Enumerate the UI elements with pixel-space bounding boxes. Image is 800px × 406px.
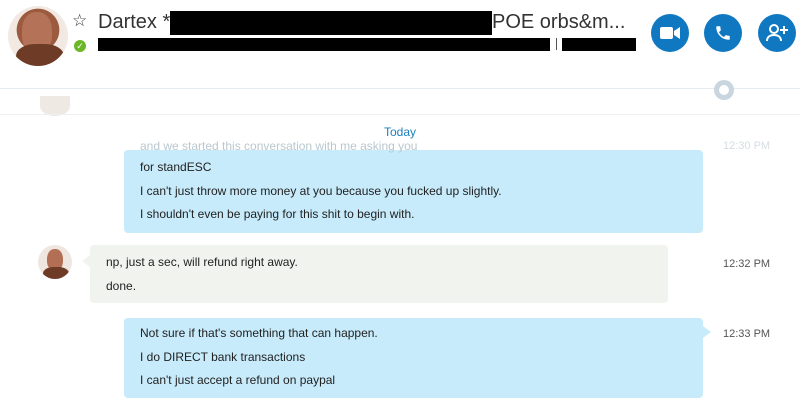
message-bubble-outgoing[interactable]: for standESC I can't just throw more mon… — [124, 150, 703, 233]
message-line-faded: and we started this conversation with me… — [140, 139, 418, 153]
sender-avatar[interactable] — [38, 245, 72, 279]
message-timestamp: 12:30 PM — [723, 140, 771, 152]
conversation-header: ✓ ☆ Dartex * POE orbs&m... — [0, 0, 800, 80]
presence-online-icon: ✓ — [74, 40, 86, 52]
message-line: for standESC — [140, 160, 212, 174]
video-camera-icon — [660, 27, 680, 39]
message-timestamp: 12:33 PM — [723, 328, 771, 340]
contact-avatar[interactable] — [8, 6, 68, 66]
previous-avatar — [40, 96, 70, 116]
add-people-button[interactable] — [758, 14, 796, 52]
message-line: I can't just accept a refund on paypal — [140, 373, 336, 387]
message-line: I can't just throw more money at you bec… — [140, 183, 502, 198]
message-bubble-outgoing[interactable]: Not sure if that's something that can ha… — [124, 318, 703, 398]
message-line: np, just a sec, will refund right away. — [106, 255, 298, 269]
mood-separator — [556, 38, 557, 50]
message-bubble-incoming[interactable]: np, just a sec, will refund right away. … — [90, 245, 668, 303]
history-divider — [0, 114, 800, 115]
message-timestamp: 12:32 PM — [723, 258, 771, 270]
message-line: done. — [106, 278, 137, 293]
header-divider — [0, 88, 800, 89]
redacted-title — [170, 11, 492, 35]
redacted-location — [562, 38, 636, 51]
message-line: Not sure if that's something that can ha… — [140, 326, 378, 340]
date-divider: Today — [383, 125, 417, 139]
bubble-tail — [703, 326, 711, 338]
message-line: I do DIRECT bank transactions — [140, 349, 306, 364]
conversation-topic: POE orbs&m... — [492, 11, 626, 33]
translator-globe-icon[interactable] — [714, 80, 734, 100]
redacted-mood-message — [98, 38, 550, 51]
bubble-tail — [82, 255, 90, 267]
phone-icon — [716, 26, 730, 40]
voice-call-button[interactable] — [704, 14, 742, 52]
contact-name[interactable]: Dartex * — [98, 10, 170, 34]
message-line: I shouldn't even be paying for this shit… — [140, 207, 415, 221]
video-call-button[interactable] — [651, 14, 689, 52]
add-person-icon — [766, 24, 788, 42]
favorite-star-icon[interactable]: ☆ — [72, 11, 87, 31]
